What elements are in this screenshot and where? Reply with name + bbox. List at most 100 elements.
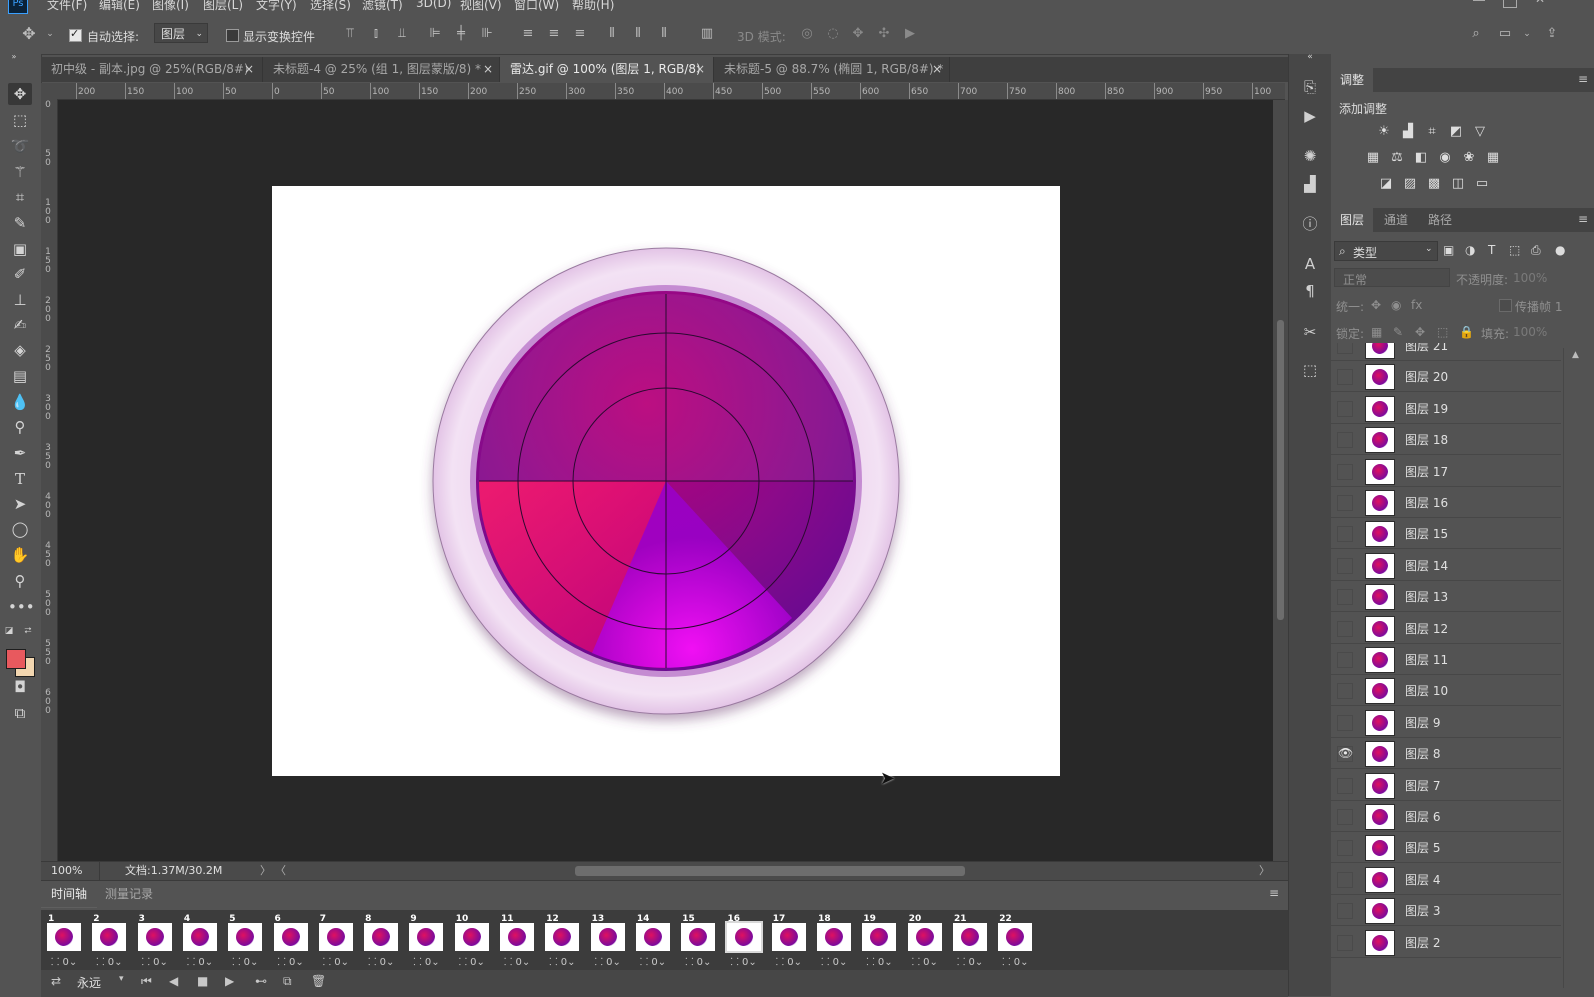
frame-delay[interactable]: ⸬ 0⌄ xyxy=(96,954,122,968)
histogram-icon[interactable]: ▟ xyxy=(1298,173,1322,195)
frame-delay[interactable]: ⸬ 0⌄ xyxy=(1002,954,1028,968)
timeline-frame[interactable]: 16 ⸬ 0⌄ xyxy=(724,914,763,968)
zoom-tool-icon[interactable]: ⚲ xyxy=(8,570,32,592)
next-frame-icon[interactable]: ▶ xyxy=(225,974,234,988)
3d-slide-icon[interactable]: ✣ xyxy=(877,27,891,41)
status-menu-arrow-icon[interactable]: 〉 xyxy=(260,862,271,880)
brush-tool-icon[interactable]: ✐ xyxy=(8,263,32,285)
vertical-ruler[interactable]: 0 50 100 150 200 250 300 350 400 450 500 550 600 xyxy=(41,99,58,861)
menu-image[interactable]: 图像(I) xyxy=(152,0,189,13)
lock-position-icon[interactable]: ✥ xyxy=(1415,325,1425,339)
frame-delay[interactable]: ⸬ 0⌄ xyxy=(504,954,530,968)
timeline-frame[interactable]: 2 ⸬ 0⌄ xyxy=(90,914,128,968)
curves-icon[interactable]: ⌗ xyxy=(1424,124,1440,140)
frame-delay[interactable]: ⸬ 0⌄ xyxy=(821,954,847,968)
workspace-icon[interactable]: ▭ xyxy=(1498,27,1512,41)
visibility-toggle[interactable] xyxy=(1337,809,1353,825)
visibility-toggle[interactable] xyxy=(1337,652,1353,668)
info-panel-icon[interactable]: ⓘ xyxy=(1298,213,1322,235)
frame-delay[interactable]: ⸬ 0⌄ xyxy=(549,954,575,968)
tab-timeline[interactable]: 时间轴 xyxy=(41,881,98,908)
search-icon[interactable]: ⌕ xyxy=(1469,27,1483,41)
play-icon[interactable]: ■ xyxy=(197,974,208,988)
character-panel-icon[interactable]: A xyxy=(1298,253,1322,275)
scroll-left-icon[interactable]: 〈 xyxy=(275,862,286,880)
timeline-frame[interactable]: 5 ⸬ 0⌄ xyxy=(226,914,264,968)
timeline-frame[interactable]: 15 ⸬ 0⌄ xyxy=(679,914,717,968)
ellipse-tool-icon[interactable]: ◯ xyxy=(8,518,32,540)
chevron-down-icon[interactable]: ⌄ xyxy=(1520,27,1534,41)
distribute-hcenter-icon[interactable]: ⦀ xyxy=(631,27,645,41)
filter-adjustment-icon[interactable]: ◑ xyxy=(1465,243,1475,257)
exposure-icon[interactable]: ◩ xyxy=(1448,124,1464,140)
zoom-level[interactable]: 100% xyxy=(41,862,100,880)
layer-row[interactable]: 图层 9 xyxy=(1331,706,1561,738)
visibility-toggle[interactable] xyxy=(1337,343,1353,354)
collapse-dock-icon[interactable]: « xyxy=(1298,52,1322,62)
layer-row[interactable]: 图层 3 xyxy=(1331,894,1561,927)
frame-delay[interactable]: ⸬ 0⌄ xyxy=(731,954,757,968)
more-tools-icon[interactable]: ••• xyxy=(8,596,35,618)
timeline-frame[interactable]: 12 ⸬ 0⌄ xyxy=(543,914,581,968)
timeline-frame[interactable]: 19 ⸬ 0⌄ xyxy=(860,914,898,968)
timeline-frame[interactable]: 20 ⸬ 0⌄ xyxy=(906,914,944,968)
document-canvas[interactable] xyxy=(272,186,1060,776)
close-icon[interactable]: × xyxy=(695,57,705,82)
timeline-frame[interactable]: 21 ⸬ 0⌄ xyxy=(951,914,989,968)
share-icon[interactable]: ⇪ xyxy=(1545,27,1559,41)
filter-smart-object-icon[interactable]: ⎙ xyxy=(1531,243,1541,258)
timeline-frame[interactable]: 14 ⸬ 0⌄ xyxy=(634,914,672,968)
visibility-toggle[interactable] xyxy=(1337,620,1353,637)
fill-value[interactable]: 100% xyxy=(1513,325,1547,339)
visibility-toggle[interactable] xyxy=(1337,871,1353,888)
tween-icon[interactable]: ⊷ xyxy=(255,974,267,988)
align-left-icon[interactable]: ⊫ xyxy=(428,27,442,41)
scroll-up-icon[interactable]: ▲ xyxy=(1572,350,1579,360)
move-tool-icon[interactable]: ✥ xyxy=(8,83,32,105)
foreground-color-swatch[interactable] xyxy=(6,649,26,669)
3d-panel-icon[interactable]: ⬚ xyxy=(1298,359,1322,381)
convert-icon[interactable]: ⇄ xyxy=(51,974,61,988)
layer-row[interactable]: 图层 19 xyxy=(1331,392,1561,424)
unify-visibility-icon[interactable]: ◉ xyxy=(1391,298,1401,312)
collapse-toolbar-icon[interactable]: » xyxy=(2,53,26,61)
lock-image-icon[interactable]: ✎ xyxy=(1393,325,1403,339)
crop-tool-icon[interactable]: ⌗ xyxy=(8,186,32,208)
3d-roll-icon[interactable]: ◌ xyxy=(826,27,840,41)
menu-3d[interactable]: 3D(D) xyxy=(416,0,451,10)
visibility-toggle[interactable] xyxy=(1337,714,1353,731)
unify-style-icon[interactable]: fx xyxy=(1411,298,1422,312)
layer-row[interactable]: 图层 6 xyxy=(1331,800,1561,832)
visibility-toggle[interactable] xyxy=(1337,400,1353,417)
layer-row[interactable]: 图层 11 xyxy=(1331,643,1561,675)
eraser-tool-icon[interactable]: ◈ xyxy=(8,339,32,361)
layer-row[interactable]: 图层 18 xyxy=(1331,423,1561,456)
timeline-frame[interactable]: 10 ⸬ 0⌄ xyxy=(453,914,491,968)
align-bottom-icon[interactable]: ⫫ xyxy=(395,27,409,41)
lock-transparent-icon[interactable]: ▦ xyxy=(1371,325,1382,339)
layer-row[interactable]: 图层 10 xyxy=(1331,674,1561,707)
tab-layers[interactable]: 图层 xyxy=(1331,208,1374,232)
visibility-toggle[interactable] xyxy=(1337,463,1353,480)
tab-adjustments[interactable]: 调整 xyxy=(1331,68,1374,92)
vertical-scrollbar[interactable] xyxy=(1273,100,1288,861)
healing-brush-tool-icon[interactable]: ▣ xyxy=(8,238,32,260)
dodge-tool-icon[interactable]: ⚲ xyxy=(8,416,32,438)
layer-row[interactable]: 图层 4 xyxy=(1331,863,1561,895)
visibility-toggle[interactable] xyxy=(1337,557,1353,574)
timeline-frame[interactable]: 7 ⸬ 0⌄ xyxy=(317,914,355,968)
layer-row[interactable]: 图层 20 xyxy=(1331,360,1561,393)
duplicate-frame-icon[interactable]: ⧉ xyxy=(283,974,292,989)
invert-icon[interactable]: ◪ xyxy=(1378,176,1394,192)
align-horizontal-center-icon[interactable]: ╪ xyxy=(454,27,468,41)
type-tool-icon[interactable]: T xyxy=(8,468,32,490)
menu-file[interactable]: 文件(F) xyxy=(47,0,87,13)
timeline-frame[interactable]: 13 ⸬ 0⌄ xyxy=(589,914,627,968)
tab-paths[interactable]: 路径 xyxy=(1419,208,1461,232)
tab-document-2[interactable]: 未标题-4 @ 25% (组 1, 图层蒙版/8) * × xyxy=(263,57,500,82)
unify-position-icon[interactable]: ✥ xyxy=(1371,298,1381,312)
tab-document-1[interactable]: 初中级 - 副本.jpg @ 25%(RGB/8#) × xyxy=(41,57,263,82)
move-tool-icon[interactable]: ✥ xyxy=(22,26,36,42)
timeline-frame[interactable]: 6 ⸬ 0⌄ xyxy=(272,914,310,968)
distribute-right-icon[interactable]: ⦀ xyxy=(657,27,671,41)
